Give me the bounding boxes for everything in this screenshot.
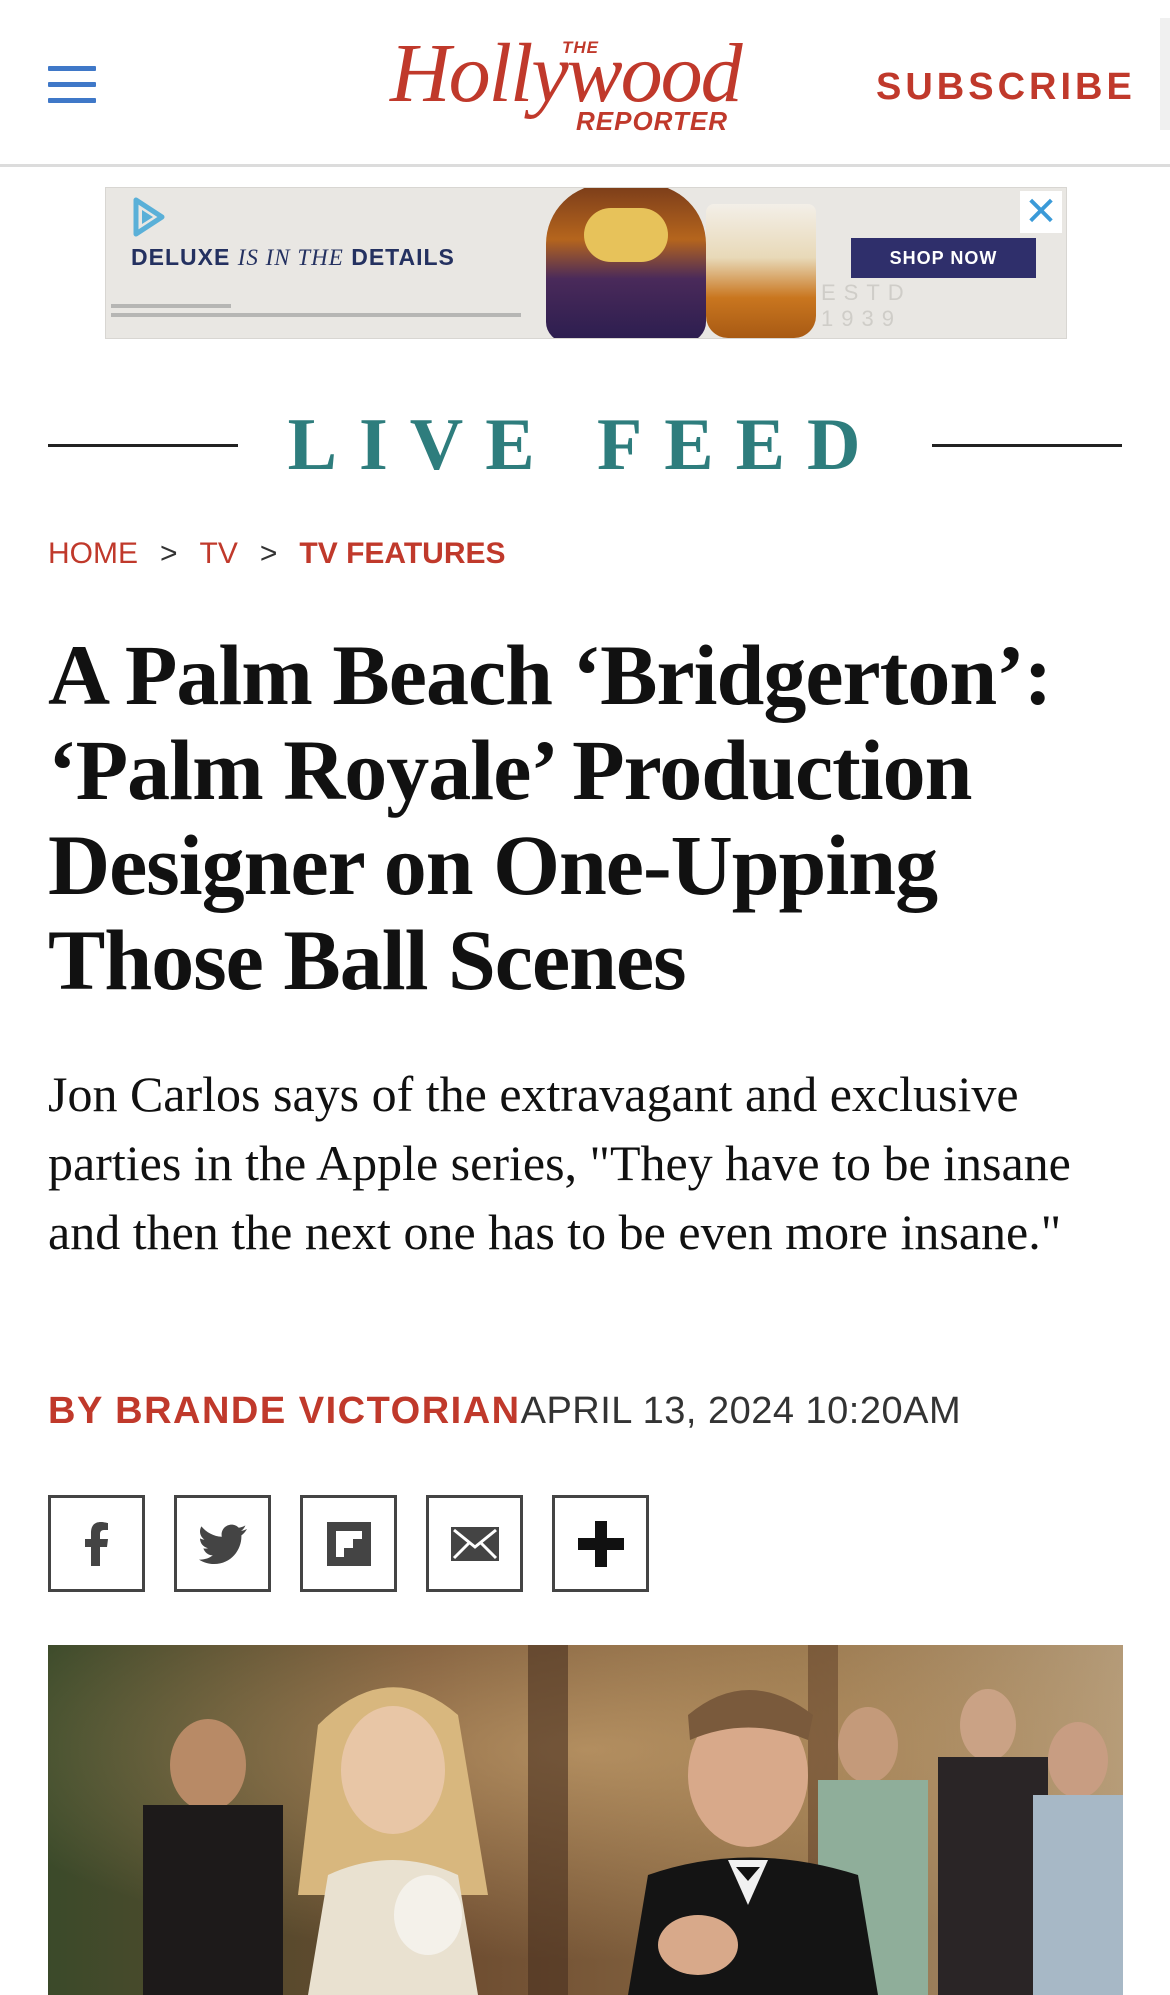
- breadcrumb-tv[interactable]: TV: [200, 537, 238, 570]
- flipboard-share-button[interactable]: [300, 1495, 397, 1592]
- hamburger-menu-icon[interactable]: [48, 66, 96, 106]
- breadcrumb: HOME > TV > TV FEATURES: [48, 537, 506, 571]
- ad-fine-print: [111, 304, 531, 322]
- facebook-icon: [84, 1521, 108, 1566]
- divider-right: [932, 444, 1122, 447]
- hero-photo-illustration: [48, 1645, 1123, 1995]
- breadcrumb-separator: >: [259, 537, 278, 570]
- ad-product-glass: [706, 204, 816, 338]
- email-share-button[interactable]: [426, 1495, 523, 1592]
- breadcrumb-separator: >: [160, 537, 178, 570]
- site-logo[interactable]: Hollywood THE REPORTER: [390, 30, 790, 140]
- article-dek: Jon Carlos says of the extravagant and e…: [48, 1066, 1071, 1260]
- flipboard-icon: [326, 1521, 371, 1566]
- facebook-share-button[interactable]: [48, 1495, 145, 1592]
- twitter-share-button[interactable]: [174, 1495, 271, 1592]
- ad-headline: DELUXE IS IN THE DETAILS: [131, 244, 455, 270]
- ad-product-bottle: [546, 188, 706, 338]
- subscribe-link[interactable]: SUBSCRIBE: [876, 66, 1136, 109]
- twitter-icon: [198, 1524, 247, 1564]
- plus-icon: [577, 1520, 624, 1567]
- ad-choices-icon[interactable]: [122, 194, 170, 240]
- logo-the: THE: [562, 38, 599, 57]
- section-header: LIVE FEED: [48, 400, 1122, 490]
- author-link[interactable]: BY BRANDE VICTORIAN: [48, 1390, 521, 1432]
- close-icon[interactable]: ✕: [1020, 191, 1062, 233]
- more-share-button[interactable]: [552, 1495, 649, 1592]
- shop-now-button[interactable]: SHOP NOW: [851, 238, 1036, 278]
- article-hero-image[interactable]: [48, 1645, 1123, 1995]
- logo-reporter: REPORTER: [576, 106, 728, 136]
- breadcrumb-tv-features[interactable]: TV FEATURES: [299, 537, 505, 570]
- email-icon: [450, 1526, 499, 1561]
- ad-banner[interactable]: DELUXE IS IN THE DETAILS ESTD 1939 SHOP N…: [105, 187, 1067, 339]
- ad-estd: ESTD 1939: [821, 280, 912, 331]
- article-headline: A Palm Beach ‘Bridgerton’: ‘Palm Royale’…: [48, 627, 1052, 1008]
- site-header: Hollywood THE REPORTER SUBSCRIBE: [0, 0, 1170, 167]
- byline: BY BRANDE VICTORIANAPRIL 13, 2024 10:20A…: [48, 1390, 961, 1433]
- scrollbar: [1160, 18, 1170, 130]
- publish-date: APRIL 13, 2024 10:20AM: [520, 1390, 962, 1432]
- breadcrumb-home[interactable]: HOME: [48, 537, 138, 570]
